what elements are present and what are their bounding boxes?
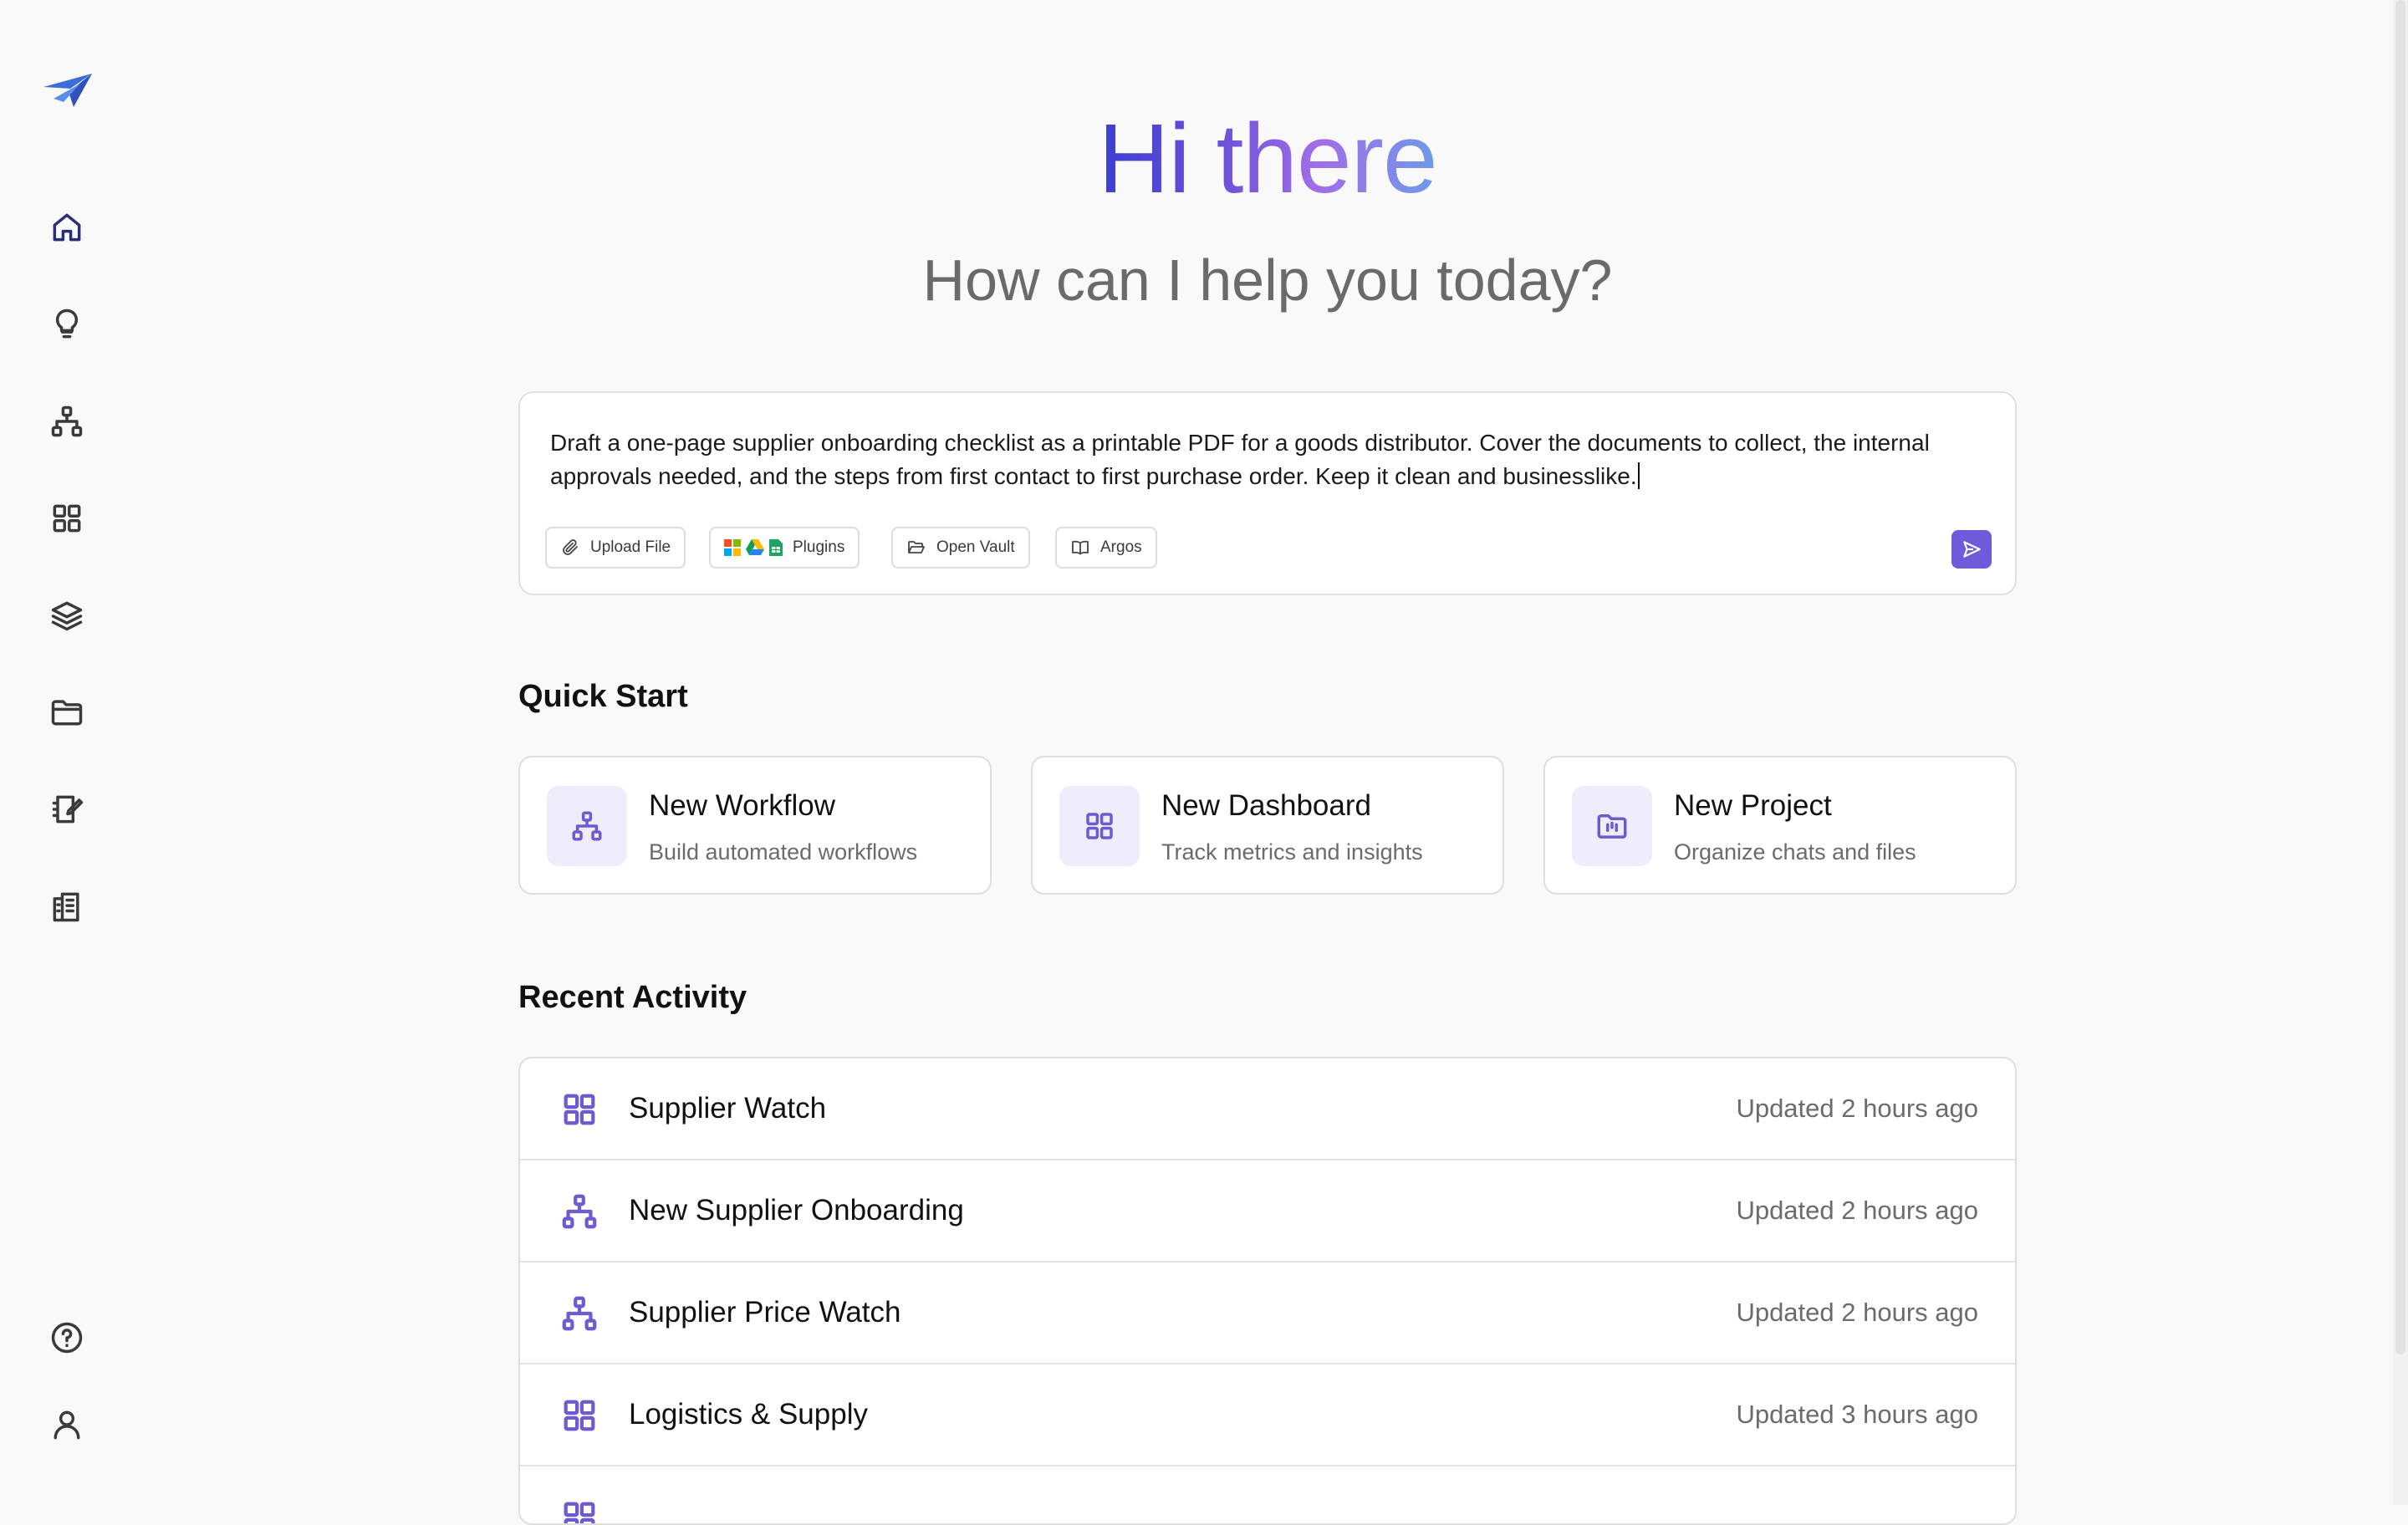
app-logo[interactable] [42, 70, 94, 112]
card-title: New Workflow [649, 789, 836, 822]
card-title: New Dashboard [1161, 789, 1371, 822]
activity-row-supplier-watch[interactable]: Supplier Watch Updated 2 hours ago [520, 1058, 2015, 1160]
upload-file-label: Upload File [590, 538, 671, 556]
plugins-button[interactable]: Plugins [709, 527, 860, 569]
activity-name: Logistics & Supply [629, 1398, 868, 1431]
sidebar [0, 0, 134, 1505]
new-dashboard-card[interactable]: New Dashboard Track metrics and insights [1031, 756, 1504, 895]
sidebar-notebook-icon[interactable] [42, 784, 92, 834]
quick-start-heading: Quick Start [518, 679, 688, 714]
dashboard-icon [560, 1396, 599, 1435]
card-subtitle: Organize chats and files [1674, 839, 1916, 865]
activity-row-partial[interactable] [520, 1466, 2015, 1523]
folder-open-icon [908, 541, 925, 553]
dashboard-icon [1059, 786, 1140, 866]
card-subtitle: Track metrics and insights [1161, 839, 1423, 865]
prompt-input[interactable]: Draft a one-page supplier onboarding che… [550, 426, 1988, 493]
scrollbar-track[interactable] [2393, 0, 2408, 1505]
greeting-subtitle: How can I help you today? [922, 247, 1613, 313]
workflow-icon [547, 786, 627, 866]
sidebar-user-icon[interactable] [42, 1400, 92, 1450]
argos-button[interactable]: Argos [1055, 527, 1157, 569]
activity-time: Updated 2 hours ago [1736, 1298, 1978, 1327]
activity-time: Updated 3 hours ago [1736, 1400, 1978, 1429]
book-icon [1072, 540, 1089, 555]
new-workflow-card[interactable]: New Workflow Build automated workflows [518, 756, 992, 895]
text-caret [1637, 462, 1640, 489]
microsoft-logo-icon [724, 539, 741, 556]
activity-name: Supplier Watch [629, 1092, 827, 1125]
sidebar-help-icon[interactable] [42, 1313, 92, 1363]
activity-time: Updated 2 hours ago [1736, 1196, 1978, 1225]
upload-file-button[interactable]: Upload File [545, 527, 686, 569]
google-drive-icon [746, 539, 764, 555]
workflow-icon [560, 1192, 599, 1231]
dashboard-icon [560, 1498, 599, 1523]
activity-time: Updated 2 hours ago [1736, 1094, 1978, 1123]
greeting-title: Hi there [1098, 104, 1437, 214]
recent-activity-heading: Recent Activity [518, 980, 747, 1015]
activity-name: New Supplier Onboarding [629, 1194, 964, 1227]
sidebar-layers-icon[interactable] [42, 590, 92, 640]
open-vault-button[interactable]: Open Vault [891, 527, 1030, 569]
new-project-card[interactable]: New Project Organize chats and files [1543, 756, 2017, 895]
dashboard-icon [560, 1090, 599, 1129]
card-subtitle: Build automated workflows [649, 839, 918, 865]
sidebar-home-icon[interactable] [42, 202, 92, 252]
google-sheets-icon [769, 539, 783, 556]
paperclip-icon [563, 539, 578, 555]
project-folder-icon [1572, 786, 1652, 866]
scrollbar-thumb[interactable] [2395, 0, 2405, 1354]
sidebar-building-icon[interactable] [42, 881, 92, 931]
send-button[interactable] [1951, 530, 1992, 569]
activity-row-new-supplier-onboarding[interactable]: New Supplier Onboarding Updated 2 hours … [520, 1160, 2015, 1262]
card-title: New Project [1674, 789, 1832, 822]
prompt-box[interactable]: Draft a one-page supplier onboarding che… [518, 391, 2017, 595]
send-icon [1963, 541, 1981, 558]
argos-label: Argos [1100, 538, 1142, 556]
recent-activity-list: Supplier Watch Updated 2 hours ago New S… [518, 1057, 2017, 1525]
sidebar-lightbulb-icon[interactable] [42, 299, 92, 349]
plugins-label: Plugins [793, 538, 845, 556]
workflow-icon [560, 1294, 599, 1333]
activity-row-supplier-price-watch[interactable]: Supplier Price Watch Updated 2 hours ago [520, 1262, 2015, 1364]
activity-row-logistics-supply[interactable]: Logistics & Supply Updated 3 hours ago [520, 1364, 2015, 1466]
activity-name: Supplier Price Watch [629, 1296, 901, 1329]
sidebar-dashboard-icon[interactable] [42, 493, 92, 543]
plugins-icon [724, 539, 783, 556]
sidebar-folder-icon[interactable] [42, 687, 92, 737]
sidebar-workflow-icon[interactable] [42, 396, 92, 446]
open-vault-label: Open Vault [936, 538, 1015, 556]
